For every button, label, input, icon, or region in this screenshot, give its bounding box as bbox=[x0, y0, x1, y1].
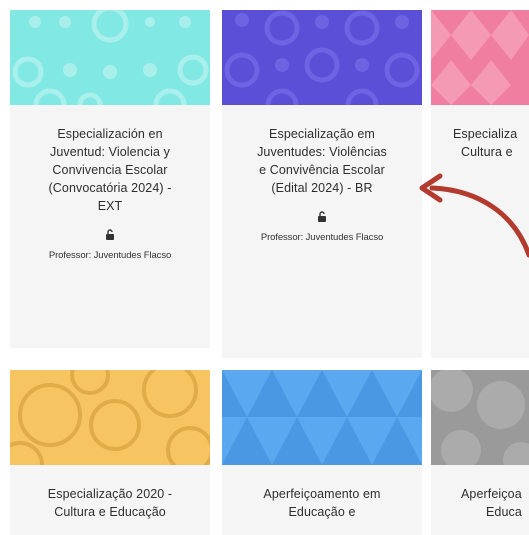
course-card-3[interactable]: Especializa Cultura e bbox=[431, 10, 529, 358]
course-banner-1[interactable] bbox=[10, 10, 210, 105]
course-title-6[interactable]: Aperfeiçoa Educa bbox=[431, 485, 529, 521]
course-card-6[interactable]: Aperfeiçoa Educa bbox=[431, 370, 529, 535]
course-banner-3[interactable] bbox=[431, 10, 529, 105]
course-title-1[interactable]: Especialización en Juventud: Violencia y… bbox=[10, 125, 210, 215]
course-card-1[interactable]: Especialización en Juventud: Violencia y… bbox=[10, 10, 210, 348]
course-banner-2[interactable] bbox=[222, 10, 422, 105]
course-title-5[interactable]: Aperfeiçoamento em Educação e bbox=[222, 485, 422, 521]
course-title-3[interactable]: Especializa Cultura e bbox=[431, 125, 529, 161]
course-banner-4[interactable] bbox=[10, 370, 210, 465]
unlock-icon bbox=[318, 211, 326, 222]
course-professor-2: Professor: Juventudes Flacso bbox=[260, 232, 384, 243]
course-banner-5[interactable] bbox=[222, 370, 422, 465]
course-title-4[interactable]: Especialização 2020 - Cultura e Educação bbox=[10, 485, 210, 521]
course-title-2[interactable]: Especialização em Juventudes: Violências… bbox=[222, 125, 422, 197]
course-card-5[interactable]: Aperfeiçoamento em Educação e bbox=[222, 370, 422, 535]
course-card-4[interactable]: Especialização 2020 - Cultura e Educação bbox=[10, 370, 210, 535]
course-banner-6[interactable] bbox=[431, 370, 529, 465]
unlock-icon bbox=[106, 229, 114, 240]
course-professor-1: Professor: Juventudes Flacso bbox=[48, 250, 172, 261]
course-card-2[interactable]: Especialização em Juventudes: Violências… bbox=[222, 10, 422, 358]
